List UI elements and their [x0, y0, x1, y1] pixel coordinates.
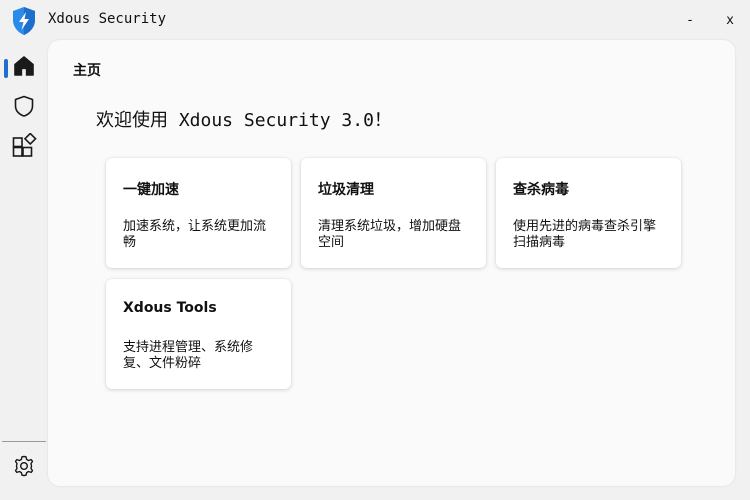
card-description: 加速系统，让系统更加流畅 — [123, 219, 267, 250]
card-cleanup[interactable]: 垃圾清理 清理系统垃圾，增加硬盘空间 — [301, 158, 486, 268]
card-title: 垃圾清理 — [318, 182, 374, 198]
card-speedup[interactable]: 一键加速 加速系统，让系统更加流畅 — [106, 158, 291, 268]
page-title: 主页 — [73, 63, 101, 79]
home-icon — [12, 54, 36, 82]
card-description: 清理系统垃圾，增加硬盘空间 — [318, 219, 462, 250]
card-description: 使用先进的病毒查杀引擎扫描病毒 — [513, 219, 657, 250]
close-button[interactable]: x — [715, 8, 745, 32]
sidebar — [0, 40, 48, 500]
sidebar-item-home[interactable] — [0, 50, 48, 86]
card-tools[interactable]: Xdous Tools 支持进程管理、系统修复、文件粉碎 — [106, 279, 291, 389]
welcome-heading: 欢迎使用 Xdous Security 3.0！ — [96, 110, 392, 131]
shield-lightning-icon — [11, 6, 37, 36]
main-content: 主页 欢迎使用 Xdous Security 3.0！ 一键加速 加速系统，让系… — [48, 40, 735, 486]
shield-icon — [12, 94, 36, 122]
title-bar: Xdous Security - x — [0, 0, 750, 40]
card-title: Xdous Tools — [123, 300, 217, 316]
card-description: 支持进程管理、系统修复、文件粉碎 — [123, 340, 254, 371]
card-title: 查杀病毒 — [513, 182, 569, 198]
gear-icon — [12, 454, 36, 482]
sidebar-item-tools[interactable] — [0, 130, 48, 166]
card-antivirus[interactable]: 查杀病毒 使用先进的病毒查杀引擎扫描病毒 — [496, 158, 681, 268]
app-title: Xdous Security — [48, 11, 167, 27]
apps-icon — [11, 132, 37, 163]
minimize-button[interactable]: - — [675, 8, 705, 32]
active-indicator — [4, 59, 8, 78]
card-title: 一键加速 — [123, 182, 179, 198]
sidebar-item-protection[interactable] — [0, 90, 48, 126]
sidebar-divider — [2, 441, 46, 442]
sidebar-item-settings[interactable] — [0, 450, 48, 486]
